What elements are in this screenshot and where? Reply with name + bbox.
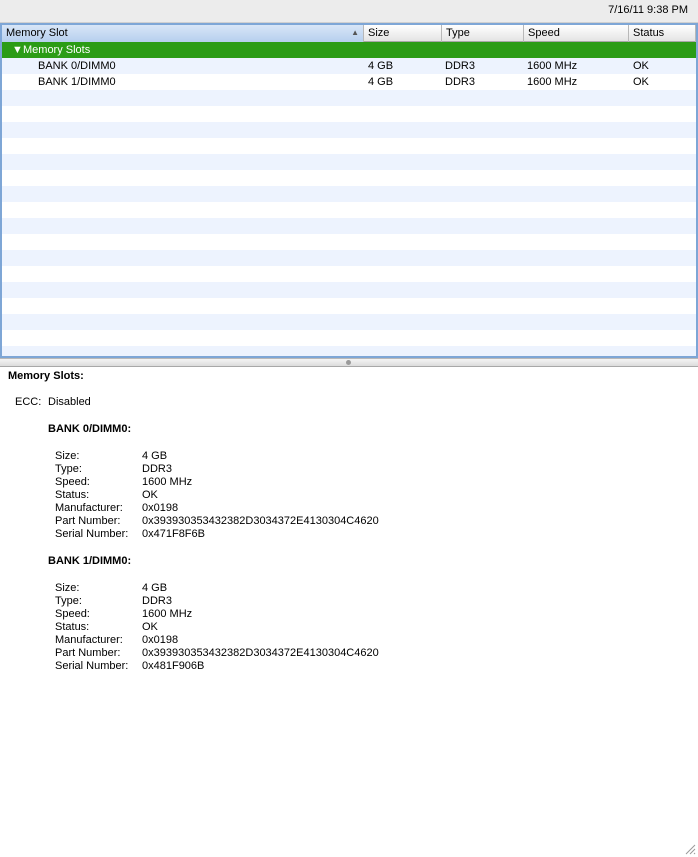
- empty-row: [2, 106, 696, 122]
- field-label: Serial Number:: [55, 660, 129, 672]
- cell-slot: BANK 0/DIMM0: [38, 60, 116, 72]
- sort-ascending-icon: ▲: [351, 28, 359, 37]
- empty-row: [2, 314, 696, 330]
- field-label: Type:: [55, 595, 82, 607]
- empty-row: [2, 90, 696, 106]
- field-value: DDR3: [142, 595, 172, 607]
- empty-row: [2, 154, 696, 170]
- cell-status: OK: [633, 60, 649, 72]
- group-row-memory-slots[interactable]: ▼ Memory Slots: [2, 42, 696, 58]
- field-value: OK: [142, 621, 158, 633]
- field-label: Part Number:: [55, 647, 121, 659]
- cell-slot: BANK 1/DIMM0: [38, 76, 116, 88]
- cell-type: DDR3: [445, 60, 475, 72]
- datetime: 7/16/11 9:38 PM: [608, 4, 688, 16]
- field-value: 0x0198: [142, 634, 179, 646]
- memory-table[interactable]: Memory Slot ▲ Size Type Speed Status ▼ M…: [0, 23, 698, 358]
- field-label: Speed:: [55, 608, 90, 620]
- empty-row: [2, 266, 696, 282]
- detail-pane: Memory Slots: ECC: Disabled BANK 0/DIMM0…: [0, 367, 698, 857]
- empty-row: [2, 170, 696, 186]
- empty-row: [2, 346, 696, 356]
- group-label: Memory Slots: [23, 44, 91, 56]
- field-label: Status:: [55, 621, 90, 633]
- table-row[interactable]: BANK 0/DIMM0 4 GB DDR3 1600 MHz OK: [2, 58, 696, 74]
- column-header-memory-slot[interactable]: Memory Slot ▲: [2, 25, 364, 42]
- field-value: 1600 MHz: [142, 608, 193, 620]
- column-header-type[interactable]: Type: [442, 25, 524, 42]
- field-label: Type:: [55, 463, 82, 475]
- field-value: 1600 MHz: [142, 476, 193, 488]
- table-rows: ▼ Memory Slots BANK 0/DIMM0 4 GB DDR3 16…: [2, 42, 696, 356]
- field-value: 0x0198: [142, 502, 179, 514]
- field-value: 0x393930353432382D3034372E4130304C4620: [142, 647, 379, 659]
- field-value: 0x481F906B: [142, 660, 205, 672]
- cell-status: OK: [633, 76, 649, 88]
- field-value: 4 GB: [142, 582, 168, 594]
- disclosure-triangle-icon[interactable]: ▼: [12, 42, 23, 58]
- field-value: OK: [142, 489, 158, 501]
- field-label: Size:: [55, 582, 80, 594]
- field-label: Speed:: [55, 476, 90, 488]
- column-header-status[interactable]: Status: [629, 25, 696, 42]
- status-bar: 7/16/11 9:38 PM: [0, 0, 698, 23]
- field-value: DDR3: [142, 463, 172, 475]
- empty-row: [2, 298, 696, 314]
- field-label: Part Number:: [55, 515, 121, 527]
- empty-row: [2, 122, 696, 138]
- field-label: Size:: [55, 450, 80, 462]
- empty-row: [2, 250, 696, 266]
- empty-row: [2, 138, 696, 154]
- ecc-value: Disabled: [48, 396, 91, 408]
- field-value: 0x393930353432382D3034372E4130304C4620: [142, 515, 379, 527]
- empty-row: [2, 218, 696, 234]
- empty-row: [2, 186, 696, 202]
- cell-speed: 1600 MHz: [527, 76, 578, 88]
- cell-size: 4 GB: [368, 60, 394, 72]
- field-label: Manufacturer:: [55, 502, 123, 514]
- field-label: Status:: [55, 489, 90, 501]
- split-view-divider[interactable]: [0, 358, 698, 367]
- field-value: 0x471F8F6B: [142, 528, 205, 540]
- field-label: Serial Number:: [55, 528, 129, 540]
- table-header: Memory Slot ▲ Size Type Speed Status: [2, 25, 696, 42]
- column-header-speed[interactable]: Speed: [524, 25, 629, 42]
- field-label: Manufacturer:: [55, 634, 123, 646]
- column-header-size[interactable]: Size: [364, 25, 442, 42]
- detail-heading: Memory Slots:: [8, 370, 84, 382]
- empty-row: [2, 282, 696, 298]
- bank-1-title: BANK 1/DIMM0:: [48, 555, 132, 567]
- table-row[interactable]: BANK 1/DIMM0 4 GB DDR3 1600 MHz OK: [2, 74, 696, 90]
- resize-grip-icon[interactable]: [684, 843, 696, 855]
- cell-type: DDR3: [445, 76, 475, 88]
- empty-row: [2, 202, 696, 218]
- cell-speed: 1600 MHz: [527, 60, 578, 72]
- field-value: 4 GB: [142, 450, 168, 462]
- ecc-label: ECC:: [15, 396, 42, 408]
- divider-grip-icon: [346, 360, 351, 365]
- empty-row: [2, 330, 696, 346]
- bank-0-title: BANK 0/DIMM0:: [48, 423, 132, 435]
- cell-size: 4 GB: [368, 76, 394, 88]
- empty-row: [2, 234, 696, 250]
